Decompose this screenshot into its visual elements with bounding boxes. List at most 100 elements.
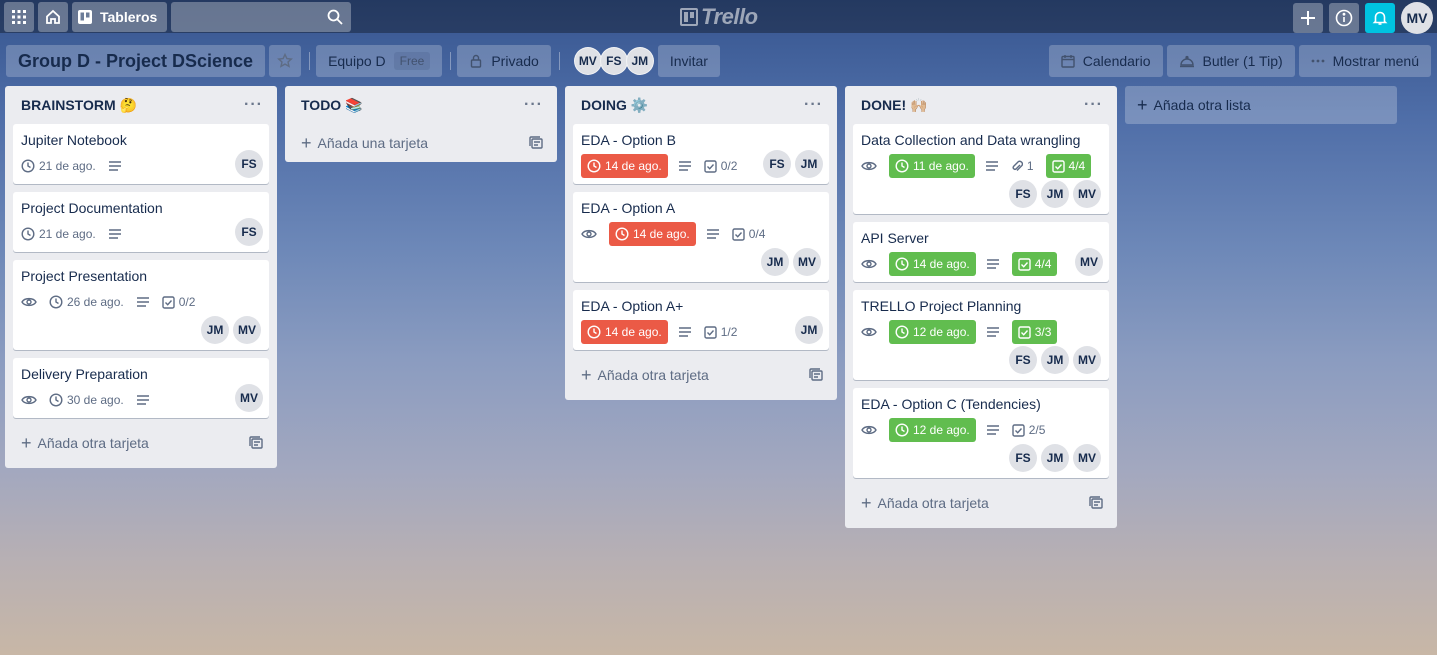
list-header[interactable]: DONE! 🙌🏼 ··· (853, 86, 1109, 124)
card[interactable]: Data Collection and Data wrangling 11 de… (853, 124, 1109, 214)
member-avatar[interactable]: JM (795, 150, 823, 178)
description-icon (108, 154, 122, 178)
list-brainstorm: BRAINSTORM 🤔 ··· Jupiter Notebook 21 de … (5, 86, 277, 468)
due-date-badge: 30 de ago. (49, 388, 124, 412)
member-avatar[interactable]: JM (1041, 444, 1069, 472)
member-avatar[interactable]: MV (235, 384, 263, 412)
member-avatar[interactable]: MV (793, 248, 821, 276)
create-button[interactable] (1293, 3, 1323, 33)
member-avatar[interactable]: MV (1073, 346, 1101, 374)
search-input[interactable] (171, 1, 352, 32)
boards-button[interactable]: Tableros (72, 1, 168, 32)
member-avatar[interactable]: FS (763, 150, 791, 178)
card-title: Project Documentation (21, 200, 163, 216)
calendar-button[interactable]: Calendario (1048, 45, 1163, 77)
show-menu-button[interactable]: Mostrar menú (1298, 45, 1431, 77)
card[interactable]: EDA - Option C (Tendencies) 12 de ago. 2… (853, 388, 1109, 478)
team-button[interactable]: Equipo D Free (316, 45, 443, 77)
star-button[interactable] (269, 45, 302, 77)
card-members: JM MV (21, 316, 261, 344)
member-avatar[interactable]: JM (1041, 346, 1069, 374)
member-avatar[interactable]: MV (1075, 248, 1103, 276)
list-menu-icon[interactable]: ··· (804, 96, 823, 114)
checkbox-icon (1018, 325, 1031, 339)
add-card-label: Añada una tarjeta (317, 135, 429, 151)
due-date-badge: 21 de ago. (21, 154, 96, 178)
due-date-badge-complete: 14 de ago. (889, 252, 976, 276)
board-title[interactable]: Group D - Project DScience (6, 45, 266, 77)
add-card-button[interactable]: + Añada otra tarjeta (573, 358, 829, 392)
member-avatar[interactable]: FS (599, 47, 628, 75)
member-avatar[interactable]: JM (795, 316, 823, 344)
team-name: Equipo D (328, 53, 386, 69)
card[interactable]: API Server 14 de ago. 4/4 MV (853, 222, 1109, 282)
info-button[interactable] (1329, 3, 1359, 33)
divider (309, 52, 311, 70)
due-date-text: 30 de ago. (67, 393, 124, 407)
invite-button[interactable]: Invitar (657, 45, 720, 77)
card[interactable]: EDA - Option A 14 de ago. 0/4 JM MV (573, 192, 829, 282)
home-button[interactable] (38, 1, 68, 32)
member-avatar[interactable]: MV (233, 316, 261, 344)
add-card-button[interactable]: + Añada otra tarjeta (853, 486, 1109, 520)
visibility-button[interactable]: Privado (457, 45, 551, 77)
list-header[interactable]: BRAINSTORM 🤔 ··· (13, 86, 269, 124)
template-icon[interactable] (249, 436, 263, 450)
eye-icon (861, 320, 877, 344)
template-icon[interactable] (1089, 496, 1103, 510)
member-avatar[interactable]: JM (1041, 180, 1069, 208)
member-avatar[interactable]: FS (1009, 180, 1037, 208)
plus-icon (1300, 10, 1316, 26)
list-menu-icon[interactable]: ··· (1084, 96, 1103, 114)
member-avatar[interactable]: FS (235, 218, 263, 246)
list-title[interactable]: DONE! 🙌🏼 (861, 97, 927, 114)
member-avatar[interactable]: JM (201, 316, 229, 344)
member-avatar[interactable]: FS (1009, 346, 1037, 374)
list-title[interactable]: BRAINSTORM 🤔 (21, 97, 137, 114)
card[interactable]: Project Presentation 26 de ago. 0/2 JM M… (13, 260, 269, 350)
template-icon[interactable] (809, 368, 823, 382)
list-header[interactable]: TODO 📚 ··· (293, 86, 549, 124)
description-icon (136, 388, 150, 412)
add-list-button[interactable]: + Añada otra lista (1125, 86, 1397, 124)
card[interactable]: Jupiter Notebook 21 de ago. FS (13, 124, 269, 184)
card[interactable]: TRELLO Project Planning 12 de ago. 3/3 F… (853, 290, 1109, 380)
card[interactable]: EDA - Option A+ 14 de ago. 1/2 JM (573, 290, 829, 350)
search-icon[interactable] (327, 9, 343, 25)
member-avatar[interactable]: MV (1073, 180, 1101, 208)
clock-icon (895, 257, 909, 271)
list-title[interactable]: DOING ⚙️ (581, 97, 648, 114)
add-card-button[interactable]: + Añada otra tarjeta (13, 426, 269, 460)
member-avatar[interactable]: MV (1073, 444, 1101, 472)
card[interactable]: Delivery Preparation 30 de ago. MV (13, 358, 269, 418)
trello-logo[interactable]: Trello (680, 4, 758, 30)
user-avatar[interactable]: MV (1401, 2, 1433, 34)
card-badges: 26 de ago. 0/2 (21, 290, 261, 314)
plus-icon: + (861, 492, 872, 513)
card-title: EDA - Option C (Tendencies) (861, 396, 1041, 412)
notifications-button[interactable] (1365, 3, 1395, 33)
add-card-label: Añada otra tarjeta (597, 367, 709, 383)
template-icon[interactable] (529, 136, 543, 150)
checklist-count: 0/2 (178, 295, 196, 309)
butler-button[interactable]: Butler (1 Tip) (1166, 45, 1295, 77)
card[interactable]: Project Documentation 21 de ago. FS (13, 192, 269, 252)
list-todo: TODO 📚 ··· + Añada una tarjeta (285, 86, 557, 162)
eye-icon (861, 252, 877, 276)
member-avatar[interactable]: JM (625, 47, 654, 75)
list-menu-icon[interactable]: ··· (244, 96, 263, 114)
apps-button[interactable] (4, 1, 34, 32)
list-header[interactable]: DOING ⚙️ ··· (573, 86, 829, 124)
board-icon (78, 9, 92, 24)
card[interactable]: EDA - Option B 14 de ago. 0/2 FS JM (573, 124, 829, 184)
member-avatar[interactable]: JM (761, 248, 789, 276)
card-title: EDA - Option B (581, 132, 676, 148)
list-menu-icon[interactable]: ··· (524, 96, 543, 114)
checklist-complete-badge: 3/3 (1011, 320, 1058, 344)
add-card-button[interactable]: + Añada una tarjeta (293, 124, 549, 162)
member-avatar[interactable]: FS (1009, 444, 1037, 472)
member-avatar[interactable]: FS (235, 150, 263, 178)
member-avatar[interactable]: MV (573, 47, 602, 75)
checkbox-icon (1051, 159, 1065, 173)
list-title[interactable]: TODO 📚 (301, 97, 363, 114)
